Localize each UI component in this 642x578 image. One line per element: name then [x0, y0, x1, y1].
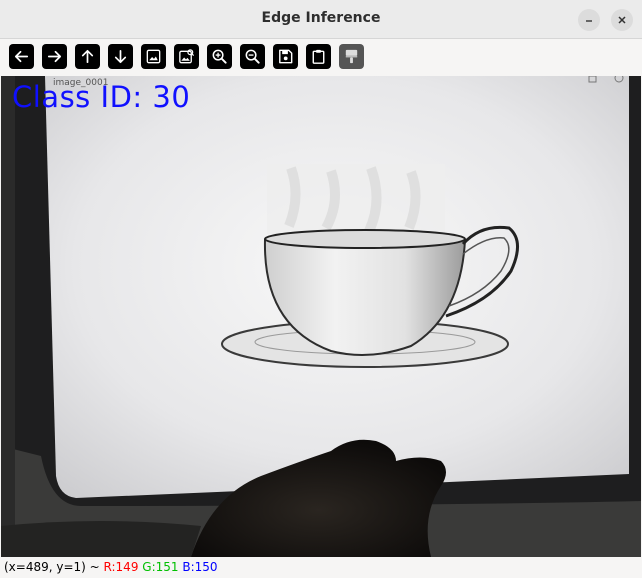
pixel-blue-value: B:150	[182, 560, 218, 574]
zoom-out-button[interactable]	[240, 44, 265, 69]
minimize-icon	[586, 20, 592, 22]
toolbar	[0, 39, 642, 76]
paint-brush-icon	[345, 49, 358, 64]
cursor-coordinates: (x=489, y=1) ~	[4, 560, 104, 574]
pan-right-button[interactable]	[42, 44, 67, 69]
arrow-up-icon	[81, 49, 94, 64]
pan-down-button[interactable]	[108, 44, 133, 69]
close-icon	[618, 16, 626, 24]
save-button[interactable]	[273, 44, 298, 69]
arrow-down-icon	[114, 49, 127, 64]
clipboard-icon	[312, 49, 325, 64]
minimize-button[interactable]	[578, 9, 600, 31]
app-window: Edge Inference image_0001 Class ID: 30 (…	[0, 0, 642, 578]
properties-button[interactable]	[339, 44, 364, 69]
image-search-icon	[179, 49, 195, 64]
pixel-green-value: G:151	[142, 560, 179, 574]
zoom-original-button[interactable]	[174, 44, 199, 69]
pixel-red-value: R:149	[103, 560, 139, 574]
pan-up-button[interactable]	[75, 44, 100, 69]
title-bar[interactable]: Edge Inference	[0, 0, 642, 39]
zoom-in-button[interactable]	[207, 44, 232, 69]
close-button[interactable]	[611, 9, 633, 31]
class-id-overlay: Class ID: 30	[12, 80, 191, 114]
zoom-in-icon	[212, 49, 227, 64]
arrow-left-icon	[14, 50, 29, 63]
image-icon	[146, 49, 161, 64]
arrow-right-icon	[47, 50, 62, 63]
window-title: Edge Inference	[261, 10, 381, 26]
zoom-out-icon	[245, 49, 260, 64]
status-bar: (x=489, y=1) ~ R:149 G:151 B:150	[0, 557, 642, 578]
save-icon	[279, 49, 293, 64]
zoom-fit-button[interactable]	[141, 44, 166, 69]
camera-frame-image: image_0001	[1, 76, 641, 557]
copy-button[interactable]	[306, 44, 331, 69]
image-canvas[interactable]: image_0001 Class ID: 30	[1, 76, 641, 557]
pan-left-button[interactable]	[9, 44, 34, 69]
